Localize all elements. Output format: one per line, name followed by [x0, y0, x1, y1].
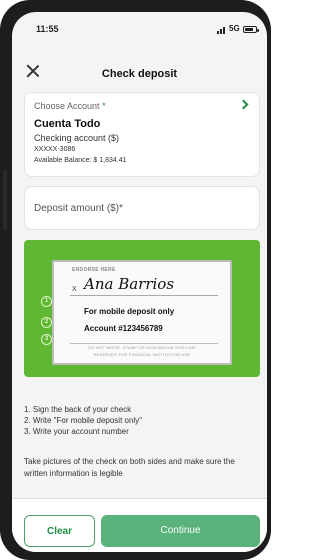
instructions-list: 1. Sign the back of your check 2. Write …: [24, 404, 260, 437]
deposit-amount-field[interactable]: Deposit amount ($)*: [24, 186, 260, 230]
page-title: Check deposit: [101, 68, 178, 80]
account-label: Choose Account *: [34, 101, 106, 111]
step-marker: 1: [41, 296, 52, 307]
page-header: Check deposit: [12, 54, 267, 82]
check-paper: ENDORSE HERE X Ana Barrios For mobile de…: [52, 260, 232, 365]
account-number: XXXXX-3086: [34, 146, 76, 153]
app-screen: 11:55 5G Check deposit Choose Account * …: [12, 12, 267, 552]
chevron-right-icon[interactable]: [238, 99, 249, 110]
check-example-image: 1 2 3 ENDORSE HERE X Ana Barrios For mob…: [24, 240, 260, 377]
signature-sample: Ana Barrios: [84, 275, 175, 293]
battery-icon: [243, 26, 259, 33]
side-button: [3, 170, 7, 230]
mobile-deposit-text: For mobile deposit only: [84, 307, 175, 316]
phone-frame: 11:55 5G Check deposit Choose Account * …: [0, 0, 271, 560]
network-label: 5G: [229, 24, 240, 33]
signal-icon: [217, 26, 227, 34]
account-label-text: Choose Account: [34, 101, 100, 111]
continue-button[interactable]: Continue: [101, 515, 260, 547]
account-name: Cuenta Todo: [34, 118, 101, 130]
step-marker: 2: [41, 317, 52, 328]
divider-line: [70, 343, 218, 344]
account-type: Checking account ($): [34, 133, 120, 143]
step-marker: 3: [41, 334, 52, 345]
footer-bar: Clear Continue: [12, 498, 267, 552]
photo-note: Take pictures of the check on both sides…: [24, 457, 235, 478]
status-time: 11:55: [36, 24, 59, 34]
clear-button[interactable]: Clear: [24, 515, 95, 547]
account-balance: Available Balance: $ 1,834.41: [34, 157, 127, 164]
x-mark: X: [72, 286, 77, 293]
account-selector[interactable]: Choose Account * Cuenta Todo Checking ac…: [24, 92, 260, 177]
instruction-item: 1. Sign the back of your check: [24, 405, 132, 414]
fine-print-1: DO NOT WRITE, STAMP OR SIGN BELOW THIS L…: [88, 345, 196, 350]
deposit-amount-placeholder: Deposit amount ($)*: [34, 203, 123, 214]
account-number-text: Account #123456789: [84, 324, 163, 333]
endorse-label: ENDORSE HERE: [72, 267, 116, 273]
instruction-item: 3. Write your account number: [24, 427, 129, 436]
required-marker: *: [102, 101, 106, 111]
instruction-item: 2. Write "For mobile deposit only": [24, 416, 143, 425]
status-bar: 11:55 5G: [12, 12, 267, 42]
fine-print-2: RESERVED FOR FINANCIAL INSTITUTION USE: [93, 352, 191, 357]
signature-line: [70, 295, 218, 296]
